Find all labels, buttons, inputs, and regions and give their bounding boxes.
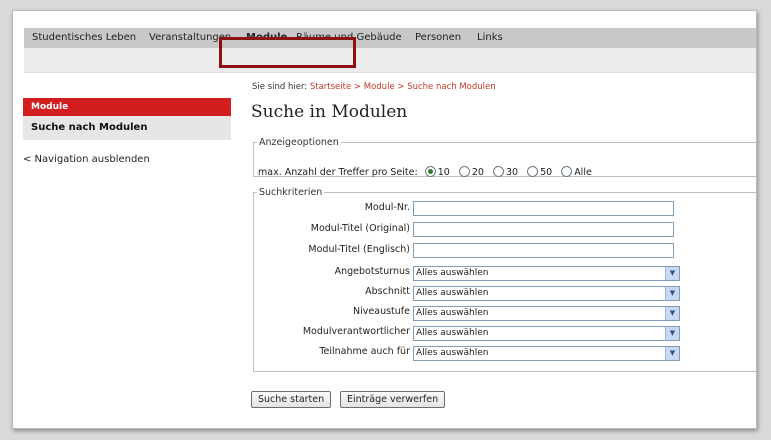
niveaustufe-select[interactable]: Alles auswählen ▼ [413, 306, 680, 321]
radio-10-label: 10 [437, 167, 450, 178]
modulverantwortlicher-value: Alles auswählen [416, 328, 489, 338]
highlight-box [219, 37, 356, 68]
breadcrumb: Sie sind hier: Startseite > Module > Suc… [252, 82, 496, 92]
abschnitt-label: Abschnitt [365, 286, 410, 297]
abschnitt-select[interactable]: Alles auswählen ▼ [413, 286, 680, 301]
radio-30-label: 30 [505, 167, 519, 178]
angebotsturnus-label: Angebotsturnus [334, 266, 410, 277]
chevron-down-icon[interactable]: ▼ [665, 267, 679, 280]
angebotsturnus-value: Alles auswählen [416, 268, 489, 278]
sidebar-item-suche-nach-modulen[interactable]: Suche nach Modulen [23, 116, 231, 140]
hits-per-page-row: max. Anzahl der Treffer pro Seite: 10 20… [258, 166, 594, 178]
radio-20[interactable] [458, 166, 470, 177]
display-options-fieldset: Anzeigeoptionen max. Anzahl der Treffer … [253, 137, 756, 178]
chevron-down-icon[interactable]: ▼ [665, 307, 679, 320]
chevron-down-icon[interactable]: ▼ [665, 347, 679, 360]
breadcrumb-module[interactable]: Module [364, 82, 395, 92]
breadcrumb-prefix: Sie sind hier: [252, 82, 308, 92]
modul-titel-englisch-input[interactable] [413, 243, 674, 258]
chevron-down-icon[interactable]: ▼ [665, 327, 679, 340]
breadcrumb-startseite[interactable]: Startseite [310, 82, 351, 92]
chevron-down-icon[interactable]: ▼ [665, 287, 679, 300]
sidebar-header: Module [23, 98, 231, 116]
radio-50[interactable] [527, 166, 539, 177]
reset-button[interactable]: Einträge verwerfen [340, 391, 446, 408]
page-frame: Studentisches Leben Veranstaltungen Modu… [12, 10, 757, 429]
radio-alle[interactable] [561, 166, 573, 177]
niveaustufe-label: Niveaustufe [353, 306, 410, 317]
radio-30[interactable] [492, 166, 504, 177]
radio-10[interactable] [424, 166, 436, 177]
nav-personen[interactable]: Personen [415, 32, 461, 43]
angebotsturnus-select[interactable]: Alles auswählen ▼ [413, 266, 680, 281]
breadcrumb-current: Suche nach Modulen [407, 82, 496, 92]
radio-alle-label: Alle [574, 167, 592, 178]
modul-nr-input[interactable] [413, 201, 674, 216]
modul-titel-original-input[interactable] [413, 222, 674, 237]
teilnahme-auch-fuer-value: Alles auswählen [416, 348, 489, 358]
hide-navigation-link[interactable]: < Navigation ausblenden [23, 154, 150, 165]
teilnahme-auch-fuer-select[interactable]: Alles auswählen ▼ [413, 346, 680, 361]
niveaustufe-value: Alles auswählen [416, 308, 489, 318]
radio-20-label: 20 [471, 167, 484, 178]
teilnahme-auch-fuer-label: Teilnahme auch für [319, 346, 410, 357]
breadcrumb-separator: > [397, 82, 405, 92]
modulverantwortlicher-select[interactable]: Alles auswählen ▼ [413, 326, 680, 341]
modul-titel-original-label: Modul-Titel (Original) [310, 223, 410, 234]
abschnitt-value: Alles auswählen [416, 288, 489, 298]
page-title: Suche in Modulen [251, 102, 408, 122]
hits-per-page-label: max. Anzahl der Treffer pro Seite: [258, 167, 418, 178]
nav-studentisches-leben[interactable]: Studentisches Leben [32, 32, 136, 43]
modulverantwortlicher-label: Modulverantwortlicher [302, 326, 410, 337]
display-options-legend: Anzeigeoptionen [259, 137, 339, 148]
modul-titel-englisch-label: Modul-Titel (Englisch) [308, 244, 410, 255]
top-navigation: Studentisches Leben Veranstaltungen Modu… [24, 28, 756, 48]
radio-50-label: 50 [540, 167, 553, 178]
search-criteria-legend: Suchkriterien [259, 187, 323, 198]
search-button[interactable]: Suche starten [251, 391, 332, 408]
sub-navigation-bar [24, 48, 756, 73]
nav-links[interactable]: Links [477, 32, 503, 43]
modul-nr-label: Modul-Nr. [364, 202, 410, 213]
breadcrumb-separator: > [353, 82, 362, 92]
